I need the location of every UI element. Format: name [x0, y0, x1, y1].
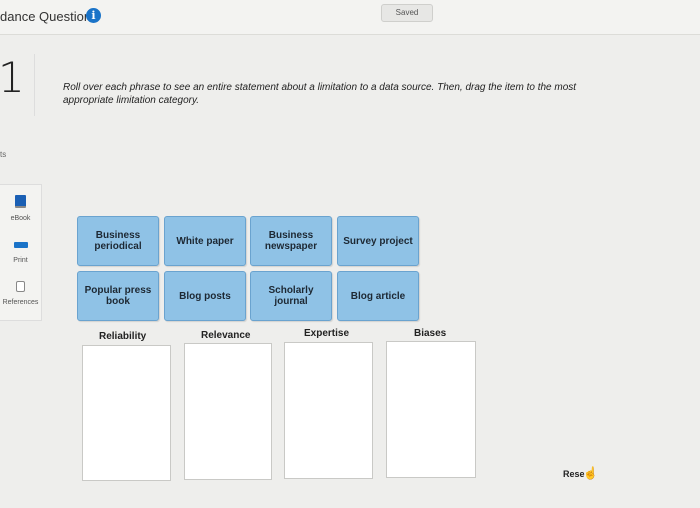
- ebook-button[interactable]: eBook: [0, 195, 41, 222]
- hand-cursor-icon: ☝: [583, 466, 598, 480]
- side-toolbar: eBook Print References: [0, 184, 42, 321]
- drag-item-business-periodical[interactable]: Business periodical: [77, 216, 159, 266]
- printer-icon: [13, 239, 28, 250]
- print-label: Print: [13, 257, 28, 264]
- points-label: ts: [0, 150, 7, 159]
- drop-zone-biases[interactable]: [386, 341, 476, 478]
- drop-zone-relevance[interactable]: [184, 343, 272, 480]
- drag-item-popular-press-book[interactable]: Popular press book: [77, 271, 159, 321]
- top-bar: dance Question i Saved: [0, 0, 700, 35]
- print-button[interactable]: Print: [0, 237, 41, 264]
- drag-item-blog-posts[interactable]: Blog posts: [164, 271, 246, 321]
- drag-item-survey-project[interactable]: Survey project: [337, 216, 419, 266]
- ebook-label: eBook: [10, 215, 31, 222]
- reset-button[interactable]: Rese: [563, 469, 585, 479]
- category-label-expertise: Expertise: [304, 328, 350, 339]
- drag-item-scholarly-journal[interactable]: Scholarly journal: [250, 271, 332, 321]
- references-label: References: [2, 299, 39, 306]
- category-label-relevance: Relevance: [201, 330, 251, 341]
- drop-zone-expertise[interactable]: [284, 342, 373, 479]
- info-icon[interactable]: i: [86, 8, 101, 23]
- question-number: 1: [0, 53, 25, 102]
- category-label-reliability: Reliability: [99, 331, 147, 342]
- category-label-biases: Biases: [414, 328, 447, 339]
- page-title: dance Question: [0, 9, 92, 24]
- saved-badge: Saved: [381, 4, 433, 22]
- instructions-text: Roll over each phrase to see an entire s…: [63, 82, 577, 106]
- book-icon: [15, 195, 26, 208]
- drag-item-blog-article[interactable]: Blog article: [337, 271, 419, 321]
- references-button[interactable]: References: [0, 279, 41, 306]
- drop-zone-reliability[interactable]: [82, 345, 171, 481]
- drag-item-white-paper[interactable]: White paper: [164, 216, 246, 266]
- drag-item-business-newspaper[interactable]: Business newspaper: [250, 216, 332, 266]
- references-icon: [16, 281, 25, 292]
